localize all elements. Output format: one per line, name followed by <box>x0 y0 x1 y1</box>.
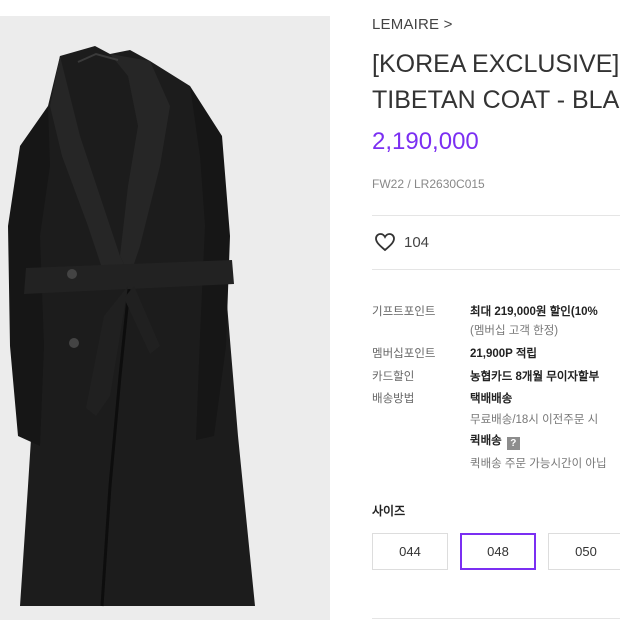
like-button[interactable]: 104 <box>374 232 429 252</box>
size-option-050[interactable]: 050 <box>548 533 620 570</box>
divider <box>372 215 620 216</box>
product-price: 2,190,000 <box>372 128 479 155</box>
product-title-line2: TIBETAN COAT - BLA <box>372 86 620 114</box>
size-option-044[interactable]: 044 <box>372 533 448 570</box>
card-discount-value: 농협카드 8개월 무이자할부 <box>470 371 600 383</box>
gift-point-label: 기프트포인트 <box>372 306 436 318</box>
card-discount-label: 카드할인 <box>372 371 415 383</box>
product-code: FW22 / LR2630C015 <box>372 177 485 191</box>
product-title: [KOREA EXCLUSIVE] TIBETAN COAT - BLA <box>372 46 619 118</box>
help-icon[interactable]: ? <box>506 437 520 450</box>
quick-delivery: 퀵배송? <box>470 432 520 450</box>
size-option-048[interactable]: 048 <box>460 533 536 570</box>
like-count: 104 <box>404 233 430 251</box>
shipping-label: 배송방법 <box>372 393 415 405</box>
divider <box>372 269 620 270</box>
product-title-line1: [KOREA EXCLUSIVE] <box>372 50 620 78</box>
shipping-note: 무료배송/18시 이전주문 시 <box>470 414 599 426</box>
brand-link[interactable]: LEMAIRE > <box>372 16 453 33</box>
heart-icon <box>374 232 396 252</box>
quick-delivery-label: 퀵배송 <box>470 435 502 447</box>
size-label: 사이즈 <box>372 504 406 518</box>
gift-point-note: (멤버십 고객 한정) <box>470 325 559 337</box>
divider <box>372 618 620 619</box>
product-image[interactable] <box>0 16 330 620</box>
product-info: LEMAIRE > [KOREA EXCLUSIVE] TIBETAN COAT… <box>372 0 620 620</box>
quick-delivery-note: 퀵배송 주문 가능시간이 아닙 <box>470 458 607 470</box>
gift-point-value: 최대 219,000원 할인(10% <box>470 306 598 318</box>
coat-illustration <box>8 46 255 607</box>
shipping-value: 택배배송 <box>470 393 513 405</box>
member-point-label: 멤버십포인트 <box>372 348 436 360</box>
member-point-value: 21,900P 적립 <box>470 348 537 360</box>
